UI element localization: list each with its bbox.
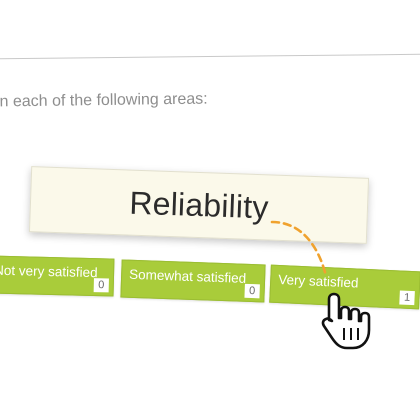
question-prompt: in each of the following areas:	[0, 90, 208, 111]
divider	[0, 53, 420, 60]
card-label: Reliability	[128, 184, 270, 225]
option-label: Not very satisfied	[0, 262, 98, 281]
drop-target-not-very-satisfied[interactable]: Not very satisfied 0	[0, 255, 115, 297]
option-count: 0	[93, 278, 109, 293]
drop-target-somewhat-satisfied[interactable]: Somewhat satisfied 0	[120, 259, 266, 303]
survey-stage: in each of the following areas: Reliabil…	[0, 0, 420, 420]
hand-pointer-icon	[321, 292, 371, 350]
option-label: Very satisfied	[277, 271, 359, 291]
option-label: Somewhat satisfied	[128, 266, 247, 286]
option-count: 1	[399, 290, 415, 306]
option-count: 0	[244, 283, 260, 299]
draggable-card-reliability[interactable]: Reliability	[28, 166, 370, 244]
